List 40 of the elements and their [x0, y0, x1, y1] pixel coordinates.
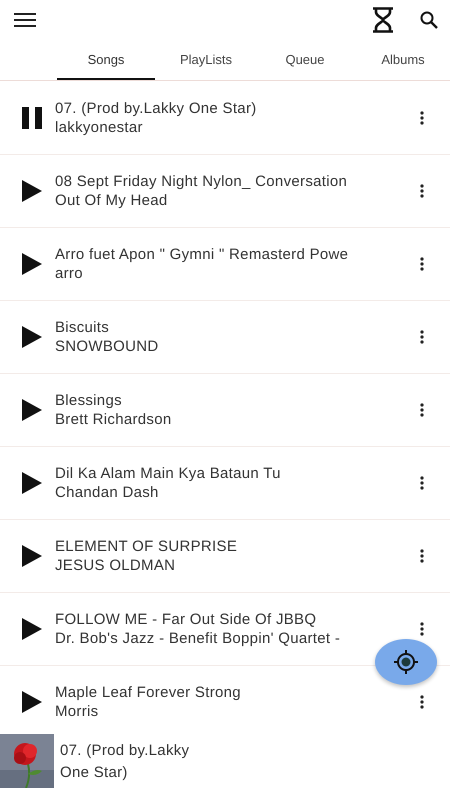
menu-button[interactable] [14, 13, 36, 27]
tab[interactable]: Albums [353, 40, 450, 80]
song-artist: JESUS OLDMAN [55, 557, 176, 574]
song-artist: Dr. Bob's Jazz - Benefit Boppin' Quartet - [55, 630, 342, 647]
search-button[interactable] [420, 11, 438, 29]
more-icon [420, 403, 424, 417]
song-artist: Out Of My Head [55, 192, 169, 209]
song-artist: lakkyonestar [55, 118, 144, 136]
tab[interactable]: PlayLists [155, 40, 257, 80]
more-icon [420, 184, 424, 198]
menu-icon [14, 13, 36, 27]
tab[interactable]: Queue [257, 40, 353, 80]
hourglass-icon [372, 7, 394, 33]
song-artist: Chandan Dash [55, 484, 160, 501]
locate-button[interactable] [375, 639, 437, 685]
now-playing-title[interactable]: 07. (Prod by.Lakky One Star) [60, 738, 210, 784]
song-title[interactable]: ELEMENT OF SURPRISE [55, 538, 410, 555]
song-title[interactable]: 08 Sept Friday Night Nylon_ Conversation [55, 173, 410, 190]
song-title[interactable]: Dil Ka Alam Main Kya Bataun Tu [55, 465, 410, 482]
song-title[interactable]: Maple Leaf Forever Strong [55, 684, 410, 701]
song-title[interactable]: Arro fuet Apon " Gymni " Remasterd Powe [55, 246, 410, 263]
search-icon [420, 11, 438, 29]
tab[interactable]: Songs [57, 40, 155, 80]
more-icon [420, 110, 424, 124]
song-artist: Brett Richardson [55, 411, 173, 428]
more-icon [420, 330, 424, 344]
sleep-timer-button[interactable] [372, 7, 394, 33]
song-title[interactable]: Blessings [55, 392, 410, 409]
song-title[interactable]: 07. (Prod by.Lakky One Star) [55, 100, 410, 116]
song-artist: Morris [55, 703, 100, 720]
song-artist: arro [55, 265, 84, 282]
song-title[interactable]: FOLLOW ME - Far Out Side Of JBBQ [55, 611, 410, 628]
locate-icon [393, 649, 419, 675]
more-icon [420, 257, 424, 271]
more-icon [420, 622, 424, 636]
song-artist: SNOWBOUND [55, 338, 160, 355]
song-title[interactable]: Biscuits [55, 319, 410, 336]
more-icon [420, 549, 424, 563]
more-icon [420, 695, 424, 709]
more-icon [420, 476, 424, 490]
